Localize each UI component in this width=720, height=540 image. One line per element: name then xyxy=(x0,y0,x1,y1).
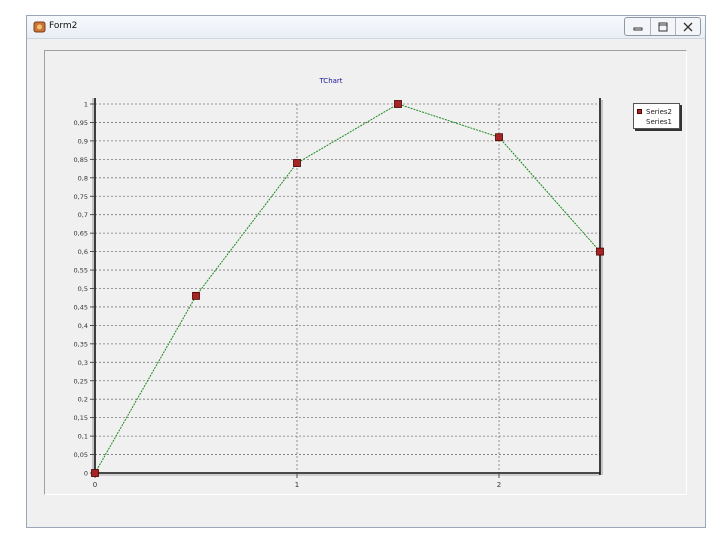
x-tick-label: 2 xyxy=(497,481,501,489)
y-tick-label: 0,7 xyxy=(78,211,88,219)
y-tick-label: 0,3 xyxy=(78,359,88,367)
data-point xyxy=(192,291,200,300)
close-button[interactable] xyxy=(675,18,700,35)
y-tick-label: 0,95 xyxy=(74,119,88,127)
x-tick-label: 1 xyxy=(295,481,299,489)
y-tick-label: 0,85 xyxy=(74,156,88,164)
y-tick-label: 0,65 xyxy=(74,230,88,238)
chart-panel: TChart 0 0,05 0,1 0,15 0,2 0,25 0,3 0,35 0,4 0,45… xyxy=(44,50,687,495)
y-tick-label: 0,9 xyxy=(78,137,88,145)
app-icon xyxy=(33,21,46,33)
y-tick-label: 0,2 xyxy=(78,396,88,404)
y-tick-label: 0,35 xyxy=(74,340,88,348)
y-tick-label: 0 xyxy=(84,470,88,478)
chart-legend: Series2 Series1 xyxy=(633,103,680,129)
y-tick-label: 0,15 xyxy=(74,414,88,422)
y-tick-label: 0,75 xyxy=(74,193,88,201)
grid-lines xyxy=(95,103,600,473)
window-title: Form2 xyxy=(49,21,78,31)
legend-marker xyxy=(637,119,642,124)
y-tick-label: 0,45 xyxy=(74,303,88,311)
line-chart: TChart 0 0,05 0,1 0,15 0,2 0,25 0,3 0,35 0,4 0,45… xyxy=(74,77,604,489)
y-tick-label: 0,8 xyxy=(78,174,88,182)
legend-label: Series2 xyxy=(646,107,672,116)
form-client-area: TChart 0 0,05 0,1 0,15 0,2 0,25 0,3 0,35 0,4 0,45… xyxy=(31,42,701,523)
y-tick-label: 1 xyxy=(84,101,88,109)
maximize-button[interactable] xyxy=(650,18,675,35)
x-tick-label: 0 xyxy=(93,481,97,489)
y-tick-labels: 0 0,05 0,1 0,15 0,2 0,25 0,3 0,35 0,4 0,45 0,5 0,55… xyxy=(74,101,88,478)
y-tick-label: 0,05 xyxy=(74,451,88,459)
close-icon xyxy=(683,22,693,31)
chart-title: TChart xyxy=(318,77,342,85)
app-window: Form2 TChart 0 0,05 0,1 0,15 0,2 0,25 0,3 0,35 0… xyxy=(26,15,706,528)
axes xyxy=(90,98,603,478)
minimize-button[interactable] xyxy=(625,18,650,35)
legend-item-series1: Series1 xyxy=(637,116,672,127)
y-tick-label: 0,25 xyxy=(74,377,88,385)
legend-marker xyxy=(637,109,642,114)
data-point xyxy=(91,469,99,477)
window-controls xyxy=(624,17,701,36)
y-tick-label: 0,1 xyxy=(78,433,88,441)
title-bar[interactable]: Form2 xyxy=(27,16,705,39)
x-tick-labels: 0 1 2 xyxy=(93,481,501,489)
data-point xyxy=(394,100,402,108)
y-tick-label: 0,6 xyxy=(78,248,88,256)
data-point xyxy=(596,247,604,256)
data-point xyxy=(293,159,301,167)
minimize-icon xyxy=(633,27,642,30)
legend-label: Series1 xyxy=(646,117,672,126)
y-tick-label: 0,5 xyxy=(78,285,88,293)
y-tick-label: 0,55 xyxy=(74,267,88,275)
data-point xyxy=(495,133,503,142)
maximize-icon xyxy=(658,22,668,31)
y-tick-label: 0,4 xyxy=(78,322,88,330)
